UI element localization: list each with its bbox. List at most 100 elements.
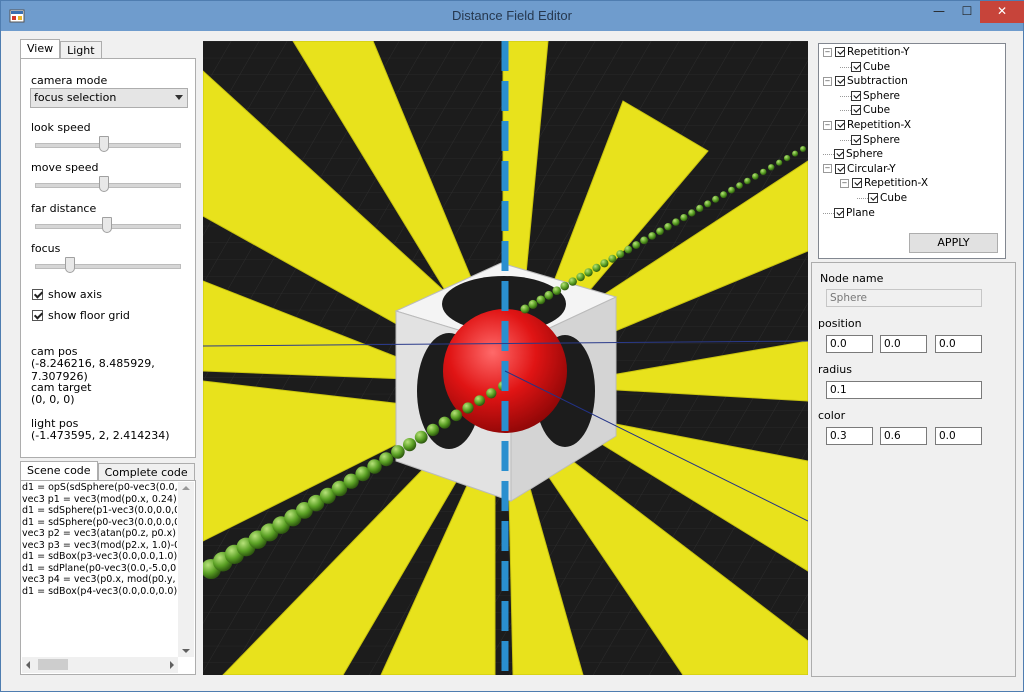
show-floor-grid-checkbox[interactable]: show floor grid [32,309,130,322]
tree-checkbox-checked-icon[interactable] [851,90,861,101]
position-z-field[interactable]: 0.0 [935,335,982,353]
code-line: vec3 p4 = vec3(p0.x, mod(p0.y, 1.0) [22,574,177,585]
minimize-button[interactable]: — [926,1,952,23]
tree-checkbox-checked-icon[interactable] [834,207,844,218]
scroll-down-icon[interactable] [182,649,190,653]
tree-node[interactable]: − Subtraction [823,75,908,87]
scroll-thumb[interactable] [38,659,68,670]
position-x-field[interactable]: 0.0 [826,335,873,353]
scene-tree[interactable]: − Repetition-Y Cube − Subtraction Sphere Cube −… [818,43,1006,259]
camera-mode-value: focus selection [34,91,117,104]
title-bar[interactable]: Distance Field Editor — ☐ ✕ [1,1,1024,31]
green-ball [656,227,664,236]
green-ball [712,195,720,203]
tree-checkbox-checked-icon[interactable] [835,120,845,130]
green-ball [403,438,417,452]
chevron-down-icon [175,95,183,100]
tree-node[interactable]: − Repetition-X [823,119,911,131]
green-ball [800,146,806,152]
node-name-field[interactable]: Sphere [826,289,982,307]
green-ball [528,299,538,309]
position-label: position [818,317,862,330]
window-title: Distance Field Editor [452,8,572,23]
scene-code-panel: d1 = opS(sdSphere(p0-vec3(0.0,0.0,0vec3 … [20,480,196,675]
tree-node[interactable]: − Circular-Y [823,163,896,175]
color-g-field[interactable]: 0.6 [880,427,927,445]
tree-checkbox-checked-icon[interactable] [835,76,845,87]
tree-checkbox-checked-icon[interactable] [851,134,861,145]
green-ball [568,277,577,286]
tree-node-label: Repetition-X [847,119,912,131]
close-button[interactable]: ✕ [980,1,1024,23]
collapse-icon[interactable]: − [823,47,832,57]
collapse-icon[interactable]: − [840,178,849,188]
color-r-field[interactable]: 0.3 [826,427,873,445]
collapse-icon[interactable]: − [823,120,832,130]
green-ball [552,286,562,295]
green-ball [608,254,617,263]
tree-checkbox-checked-icon[interactable] [851,105,861,116]
camera-mode-label: camera mode [31,74,108,87]
apply-button[interactable]: APPLY [909,233,998,253]
tree-connector [823,207,834,214]
tree-node-label: Cube [863,104,891,117]
tree-checkbox-checked-icon[interactable] [835,47,845,57]
green-ball [450,409,463,422]
scroll-up-icon[interactable] [182,486,190,490]
focus-label: focus [31,242,61,255]
tree-node[interactable]: Cube [840,104,890,116]
move-speed-slider[interactable] [35,175,181,195]
color-label: color [818,409,846,422]
tree-node-label: Circular-Y [847,162,896,175]
tree-node[interactable]: Sphere [823,148,883,160]
light-pos-value: (-1.473595, 2, 2.414234) [31,429,170,442]
tree-checkbox-checked-icon[interactable] [834,149,844,160]
slider-thumb[interactable] [99,176,109,192]
color-b-field[interactable]: 0.0 [935,427,982,445]
tree-node[interactable]: Plane [823,207,875,219]
slider-thumb[interactable] [99,136,109,152]
tree-checkbox-checked-icon[interactable] [868,193,878,203]
tree-node[interactable]: − Repetition-X [840,177,928,189]
tree-node[interactable]: Sphere [840,90,900,102]
green-ball [560,281,569,291]
camera-mode-select[interactable]: focus selection [30,88,188,108]
tab-view[interactable]: View [20,39,61,60]
render-viewport[interactable] [203,41,808,675]
collapse-icon[interactable]: − [823,76,832,86]
collapse-icon[interactable]: − [823,164,832,174]
tree-node-label: Cube [863,60,891,73]
show-axis-checkbox[interactable]: show axis [32,288,102,301]
radius-label: radius [818,363,853,376]
horizontal-scrollbar[interactable] [22,657,178,673]
checkbox-checked-icon[interactable] [32,289,43,300]
green-ball [426,423,440,437]
tree-checkbox-checked-icon[interactable] [851,61,861,72]
code-line: d1 = sdSphere(p1-vec3(0.0,0.0,0.0), [22,505,177,516]
checkbox-checked-icon[interactable] [32,310,43,321]
slider-thumb[interactable] [102,217,112,233]
slider-thumb[interactable] [65,257,75,273]
scene-code-text[interactable]: d1 = opS(sdSphere(p0-vec3(0.0,0.0,0vec3 … [22,482,177,657]
scroll-left-icon[interactable] [26,661,30,669]
tab-scene-code[interactable]: Scene code [20,461,98,482]
tree-checkbox-checked-icon[interactable] [852,178,862,189]
focus-slider[interactable] [35,256,181,276]
tree-node[interactable]: − Repetition-Y [823,46,910,58]
vertical-scrollbar[interactable] [178,482,194,657]
tree-checkbox-checked-icon[interactable] [835,163,845,174]
maximize-button[interactable]: ☐ [954,1,980,23]
green-ball [792,150,799,157]
look-speed-slider[interactable] [35,135,181,155]
tree-node[interactable]: Sphere [840,134,900,146]
scroll-right-icon[interactable] [170,661,174,669]
tree-node[interactable]: Cube [840,61,890,73]
green-ball [592,263,601,272]
tree-node-label: Subtraction [847,75,908,88]
position-y-field[interactable]: 0.0 [880,335,927,353]
green-ball [367,459,382,474]
view-panel: camera mode focus selection look speed m… [20,58,196,458]
far-distance-slider[interactable] [35,216,181,236]
tree-node[interactable]: Cube [857,192,907,204]
radius-field[interactable]: 0.1 [826,381,982,399]
